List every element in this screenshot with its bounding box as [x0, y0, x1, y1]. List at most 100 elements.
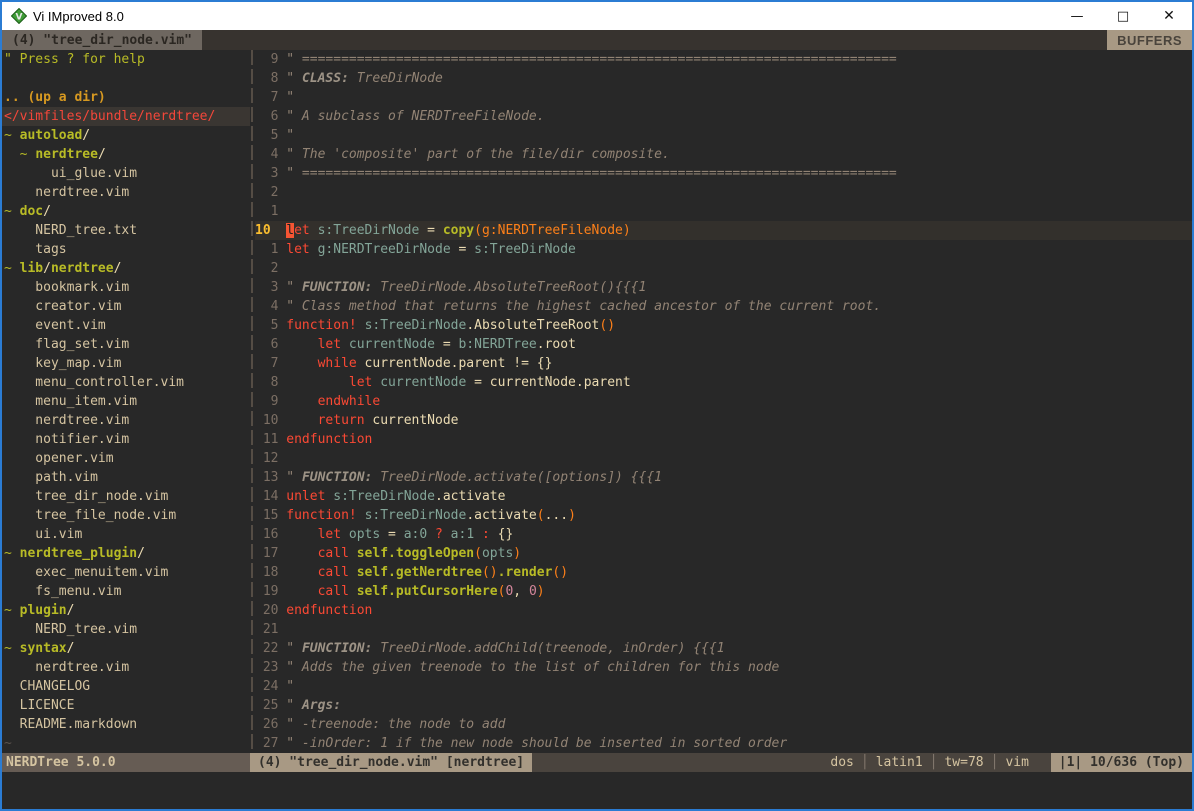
line-number: 25 — [255, 696, 278, 715]
tree-item[interactable]: ~ nerdtree/ — [2, 145, 250, 164]
line-number: 7 — [255, 354, 278, 373]
tree-item[interactable] — [2, 69, 250, 88]
tree-item[interactable]: .. (up a dir) — [2, 88, 250, 107]
code-line[interactable]: 6 let currentNode = b:NERDTree.root — [255, 335, 1192, 354]
code-line[interactable]: 4" The 'composite' part of the file/dir … — [255, 145, 1192, 164]
code-line[interactable]: 9 endwhile — [255, 392, 1192, 411]
code-line[interactable]: 7" — [255, 88, 1192, 107]
tree-item[interactable]: README.markdown — [2, 715, 250, 734]
code-line[interactable]: 9" =====================================… — [255, 50, 1192, 69]
code-line[interactable]: 18 call self.getNerdtree().render() — [255, 563, 1192, 582]
line-number: 19 — [255, 582, 278, 601]
tree-item[interactable]: NERD_tree.vim — [2, 620, 250, 639]
tree-item[interactable]: tree_file_node.vim — [2, 506, 250, 525]
tree-item[interactable]: CHANGELOG — [2, 677, 250, 696]
code-line[interactable]: 2 — [255, 183, 1192, 202]
code-line[interactable]: 17 call self.toggleOpen(opts) — [255, 544, 1192, 563]
tree-item[interactable]: ~ autoload/ — [2, 126, 250, 145]
tree-item[interactable]: notifier.vim — [2, 430, 250, 449]
code-line[interactable]: 11endfunction — [255, 430, 1192, 449]
code-line[interactable]: 21 — [255, 620, 1192, 639]
vim-window: V Vi IMproved 8.0 — □ ✕ (4) "tree_dir_no… — [0, 0, 1194, 811]
code-line[interactable]: 1let g:NERDTreeDirNode = s:TreeDirNode — [255, 240, 1192, 259]
code-line[interactable]: 15function! s:TreeDirNode.activate(...) — [255, 506, 1192, 525]
code-line[interactable]: 10 return currentNode — [255, 411, 1192, 430]
tree-item[interactable]: ~ nerdtree_plugin/ — [2, 544, 250, 563]
tree-item[interactable]: ~ — [2, 734, 250, 753]
line-number: 24 — [255, 677, 278, 696]
tree-item[interactable]: fs_menu.vim — [2, 582, 250, 601]
code-line[interactable]: 3" FUNCTION: TreeDirNode.AbsoluteTreeRoo… — [255, 278, 1192, 297]
code-line[interactable]: 22" FUNCTION: TreeDirNode.addChild(treen… — [255, 639, 1192, 658]
code-line[interactable]: 8 let currentNode = currentNode.parent — [255, 373, 1192, 392]
line-number: 18 — [255, 563, 278, 582]
line-number: 3 — [255, 164, 278, 183]
minimize-button[interactable]: — — [1054, 2, 1100, 30]
code-line[interactable]: 7 while currentNode.parent != {} — [255, 354, 1192, 373]
code-line[interactable]: 3" =====================================… — [255, 164, 1192, 183]
nerdtree-rows: " Press ? for help .. (up a dir)</vimfile… — [2, 50, 250, 753]
tree-item[interactable]: flag_set.vim — [2, 335, 250, 354]
code-line[interactable]: 6" A subclass of NERDTreeFileNode. — [255, 107, 1192, 126]
tree-item[interactable]: NERD_tree.txt — [2, 221, 250, 240]
command-line[interactable] — [2, 772, 1192, 809]
tree-item[interactable]: path.vim — [2, 468, 250, 487]
code-line[interactable]: 5function! s:TreeDirNode.AbsoluteTreeRoo… — [255, 316, 1192, 335]
status-flag: latin1 — [876, 753, 923, 772]
line-number: 2 — [255, 183, 278, 202]
line-number: 6 — [255, 107, 278, 126]
tree-item[interactable]: LICENCE — [2, 696, 250, 715]
line-number: 1 — [255, 240, 278, 259]
tree-item[interactable]: ui.vim — [2, 525, 250, 544]
tree-item[interactable]: tags — [2, 240, 250, 259]
tree-item[interactable]: opener.vim — [2, 449, 250, 468]
line-number: 5 — [255, 126, 278, 145]
line-number: 20 — [255, 601, 278, 620]
statusline-position: |1| 10/636 (Top) — [1051, 753, 1192, 772]
tree-item[interactable]: creator.vim — [2, 297, 250, 316]
tree-item[interactable]: key_map.vim — [2, 354, 250, 373]
code-line[interactable]: 27" -inOrder: 1 if the new node should b… — [255, 734, 1192, 753]
tree-item[interactable]: nerdtree.vim — [2, 411, 250, 430]
line-number: 17 — [255, 544, 278, 563]
line-number: 4 — [255, 145, 278, 164]
tree-item[interactable]: ~ syntax/ — [2, 639, 250, 658]
tab-tree-dir-node[interactable]: (4) "tree_dir_node.vim" — [2, 30, 202, 50]
line-number: 10 — [255, 411, 278, 430]
tree-item[interactable]: ~ doc/ — [2, 202, 250, 221]
code-line[interactable]: 5" — [255, 126, 1192, 145]
tree-item[interactable]: menu_controller.vim — [2, 373, 250, 392]
code-line[interactable]: 1 — [255, 202, 1192, 221]
code-line[interactable]: 4" Class method that returns the highest… — [255, 297, 1192, 316]
code-line[interactable]: 13" FUNCTION: TreeDirNode.activate([opti… — [255, 468, 1192, 487]
code-line[interactable]: 25" Args: — [255, 696, 1192, 715]
code-line[interactable]: 2 — [255, 259, 1192, 278]
code-line[interactable]: 10let s:TreeDirNode = copy(g:NERDTreeFil… — [255, 221, 1192, 240]
tree-item[interactable]: bookmark.vim — [2, 278, 250, 297]
code-line[interactable]: 19 call self.putCursorHere(0, 0) — [255, 582, 1192, 601]
code-line[interactable]: 16 let opts = a:0 ? a:1 : {} — [255, 525, 1192, 544]
close-button[interactable]: ✕ — [1146, 2, 1192, 30]
code-line[interactable]: 20endfunction — [255, 601, 1192, 620]
buffers-label[interactable]: BUFFERS — [1107, 30, 1192, 50]
tree-item[interactable]: " Press ? for help — [2, 50, 250, 69]
tree-item[interactable]: nerdtree.vim — [2, 658, 250, 677]
tree-item[interactable]: tree_dir_node.vim — [2, 487, 250, 506]
tree-item[interactable]: menu_item.vim — [2, 392, 250, 411]
tree-item[interactable]: exec_menuitem.vim — [2, 563, 250, 582]
tree-item[interactable]: ui_glue.vim — [2, 164, 250, 183]
code-line[interactable]: 26" -treenode: the node to add — [255, 715, 1192, 734]
line-number: 4 — [255, 297, 278, 316]
line-number: 10 — [255, 221, 278, 240]
code-line[interactable]: 12 — [255, 449, 1192, 468]
code-line[interactable]: 24" — [255, 677, 1192, 696]
tree-item[interactable]: event.vim — [2, 316, 250, 335]
code-line[interactable]: 23" Adds the given treenode to the list … — [255, 658, 1192, 677]
tree-item[interactable]: ~ lib/nerdtree/ — [2, 259, 250, 278]
tree-item[interactable]: nerdtree.vim — [2, 183, 250, 202]
tree-item[interactable]: ~ plugin/ — [2, 601, 250, 620]
maximize-button[interactable]: □ — [1100, 2, 1146, 30]
tree-item[interactable]: </vimfiles/bundle/nerdtree/ — [2, 107, 250, 126]
code-line[interactable]: 14unlet s:TreeDirNode.activate — [255, 487, 1192, 506]
code-line[interactable]: 8" CLASS: TreeDirNode — [255, 69, 1192, 88]
